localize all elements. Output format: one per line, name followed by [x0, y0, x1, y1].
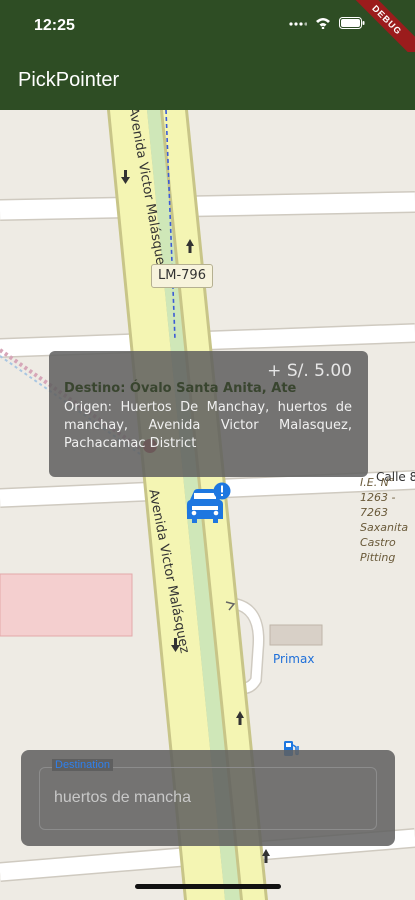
status-bar: 12:25 DEBUG — [0, 0, 415, 62]
destination-input[interactable]: Destination huertos de mancha — [39, 759, 377, 830]
wifi-icon — [315, 16, 331, 34]
status-time: 12:25 — [34, 17, 75, 34]
destination-input-value[interactable]: huertos de mancha — [54, 789, 191, 807]
destination-panel: Destination huertos de mancha — [21, 750, 395, 846]
home-indicator[interactable] — [135, 884, 281, 889]
poi-school-label: I.E. N° 1263 - 7263 Saxanita Castro Pitt… — [360, 476, 409, 564]
ride-destination: Destino: Óvalo Santa Anita, Ate — [64, 381, 297, 396]
destination-input-label: Destination — [52, 759, 114, 771]
battery-icon — [339, 16, 365, 34]
fuel-station-label[interactable]: Primax — [273, 652, 314, 666]
app-bar: PickPointer — [0, 52, 415, 110]
ride-price: + S/. 5.00 — [267, 361, 352, 381]
signal-dots-icon — [289, 16, 308, 34]
ride-request-card[interactable]: + S/. 5.00 Destino: Óvalo Santa Anita, A… — [49, 351, 368, 477]
status-icons — [289, 16, 365, 34]
taxi-marker-icon[interactable] — [184, 482, 234, 528]
road-shield: LM-796 — [151, 264, 213, 288]
ride-origin: Origen: Huertos De Manchay, huertos de m… — [64, 400, 352, 451]
app-title: PickPointer — [18, 69, 120, 91]
